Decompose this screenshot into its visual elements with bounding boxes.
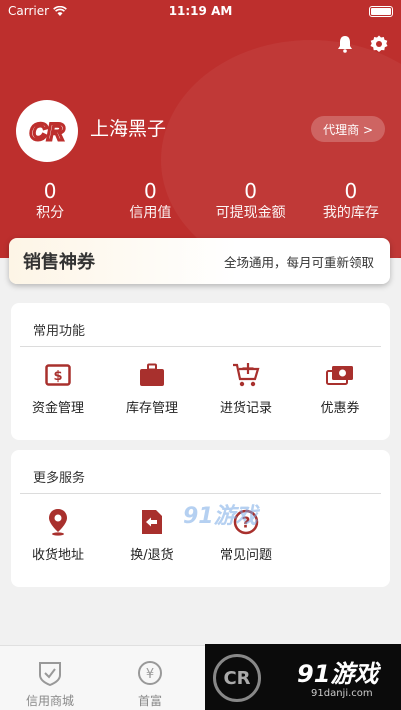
function-label: 进货记录	[219, 401, 272, 416]
return-icon	[142, 510, 162, 534]
status-time: 11:19 AM	[168, 4, 233, 18]
coupon-banner-title: 销售神券	[23, 252, 95, 273]
service-label: 常见问题	[219, 548, 272, 563]
stat-label: 可提现金额	[215, 205, 286, 221]
service-label: 换/退货	[130, 548, 174, 563]
svg-text:$: $	[53, 369, 62, 384]
watermark-url: 91danji.com	[311, 688, 373, 699]
agent-button[interactable]: 代理商 >	[311, 116, 385, 142]
battery-icon	[369, 6, 393, 17]
function-fund-management[interactable]: $ 资金管理	[11, 361, 105, 416]
yen-icon: ¥	[138, 661, 162, 685]
coupon-banner-description: 全场通用，每月可重新领取	[223, 254, 374, 270]
function-label: 资金管理	[31, 401, 84, 416]
username: 上海黑子	[90, 118, 167, 140]
cart-add-icon	[233, 363, 260, 387]
stats-row: 0 积分 0 信用值 0 可提现金额 0 我的库存	[0, 180, 401, 224]
stat-inventory[interactable]: 0 我的库存	[301, 180, 401, 224]
stat-value: 0	[244, 179, 257, 203]
service-label: 收货地址	[31, 548, 84, 563]
function-inventory-management[interactable]: 库存管理	[105, 361, 199, 416]
coupon-icon	[326, 366, 353, 385]
function-label: 优惠券	[320, 401, 360, 416]
stat-credit[interactable]: 0 信用值	[100, 180, 200, 224]
function-label: 库存管理	[125, 401, 178, 416]
svg-text:¥: ¥	[146, 667, 154, 682]
bell-icon[interactable]	[335, 34, 355, 54]
avatar[interactable]: CR	[16, 100, 78, 162]
function-purchase-records[interactable]: 进货记录	[199, 361, 293, 416]
briefcase-icon	[140, 363, 164, 386]
stat-label: 信用值	[129, 205, 172, 221]
shield-check-icon	[39, 662, 61, 686]
fund-icon: $	[45, 364, 71, 386]
stat-value: 0	[144, 179, 157, 203]
divider	[20, 493, 381, 494]
card-title: 常用功能	[33, 324, 86, 339]
watermark-logo: CR 91游戏 91danji.com	[205, 644, 401, 710]
stat-points[interactable]: 0 积分	[0, 180, 100, 224]
stat-label: 我的库存	[322, 205, 379, 221]
watermark-brand: 91游戏	[297, 660, 379, 688]
cr-logo-icon: CR	[28, 118, 66, 147]
function-coupons[interactable]: 优惠券	[293, 361, 387, 416]
service-shipping-address[interactable]: 收货地址	[11, 508, 105, 563]
gear-icon[interactable]	[369, 34, 389, 54]
tab-credit-mall[interactable]: 信用商城	[0, 646, 100, 710]
divider	[20, 346, 381, 347]
common-functions-card: 常用功能 $ 资金管理 库存管理 进货记录 优惠券	[11, 303, 390, 440]
location-icon	[49, 509, 67, 536]
card-title: 更多服务	[33, 471, 86, 486]
stat-value: 0	[43, 179, 57, 203]
tab-label: 首富	[137, 694, 162, 708]
profile-header: Carrier 11:19 AM CR 上海黑子 代理商 > 0 积分 0 信用…	[0, 0, 401, 258]
watermark-cr-logo: CR	[213, 654, 261, 702]
stat-value: 0	[344, 179, 358, 203]
watermark-text: 91游戏	[183, 504, 258, 529]
tab-label: 信用商城	[25, 694, 74, 708]
status-bar: Carrier 11:19 AM	[0, 0, 401, 22]
stat-label: 积分	[36, 205, 65, 221]
svg-text:CR: CR	[30, 119, 65, 146]
header-actions	[335, 34, 389, 54]
stat-withdrawable[interactable]: 0 可提现金额	[201, 180, 301, 224]
header-decoration	[161, 40, 401, 258]
tab-home[interactable]: ¥ 首富	[100, 646, 200, 710]
coupon-banner[interactable]: 销售神券 全场通用，每月可重新领取	[9, 238, 390, 284]
function-items: $ 资金管理 库存管理 进货记录 优惠券	[11, 361, 390, 416]
